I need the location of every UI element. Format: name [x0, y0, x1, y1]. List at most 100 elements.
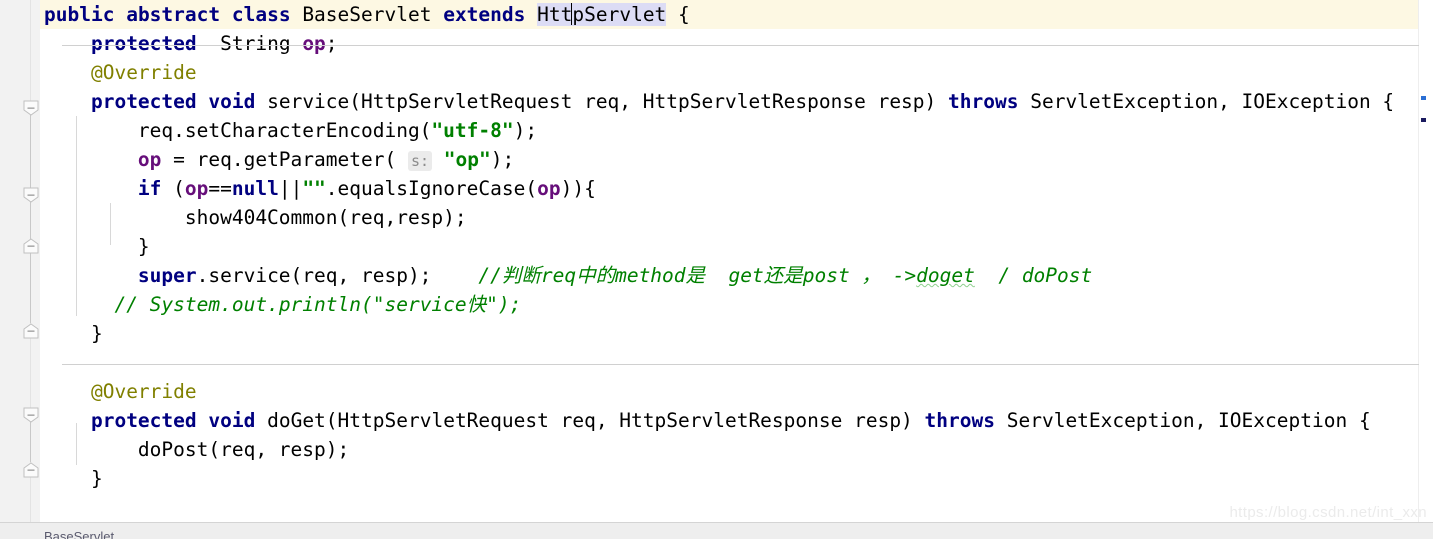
- code-line[interactable]: req.setCharacterEncoding("utf-8");: [40, 116, 1433, 145]
- code-token: "op": [443, 148, 491, 171]
- code-token: protected: [90, 32, 197, 55]
- code-token: op: [537, 177, 561, 200]
- code-token: }: [44, 467, 103, 490]
- fold-region-line-class: [30, 0, 31, 523]
- code-token: protected: [90, 409, 197, 432]
- breadcrumb-bar[interactable]: BaseServlet: [0, 522, 1433, 539]
- code-line[interactable]: // System.out.println("service快");: [40, 290, 1433, 319]
- code-token: = req.getParameter(: [161, 148, 408, 171]
- line-number-gutter[interactable]: [0, 0, 23, 523]
- code-token: pServlet: [572, 3, 667, 26]
- code-token: doPost(req, resp);: [44, 438, 350, 461]
- code-line[interactable]: @Override: [40, 58, 1433, 87]
- code-token: @Override: [90, 380, 197, 403]
- code-text-area[interactable]: public abstract class BaseServlet extend…: [40, 0, 1433, 523]
- code-token: service(HttpServletRequest req, HttpServ…: [255, 90, 949, 113]
- code-token: s:: [407, 151, 433, 171]
- error-stripe-gutter[interactable]: [1418, 0, 1433, 523]
- fold-marker-service-start-icon[interactable]: [23, 100, 39, 116]
- code-token: abstract: [126, 3, 221, 26]
- code-token: ==: [208, 177, 232, 200]
- code-line[interactable]: op = req.getParameter( s: "op");: [40, 145, 1433, 174]
- breadcrumb[interactable]: BaseServlet: [44, 529, 114, 539]
- code-line[interactable]: [40, 493, 1433, 522]
- fold-marker-if-start-icon[interactable]: [23, 187, 39, 203]
- code-line[interactable]: @Override: [40, 377, 1433, 406]
- code-token: "": [302, 177, 326, 200]
- code-token: void: [208, 409, 256, 432]
- code-token: / doPost: [974, 264, 1093, 287]
- code-token: }: [44, 322, 103, 345]
- code-token: BaseServlet: [290, 3, 444, 26]
- code-token: ;: [325, 32, 338, 55]
- code-line[interactable]: if (op==null||"".equalsIgnoreCase(op)){: [40, 174, 1433, 203]
- code-token: doGet(HttpServletRequest req, HttpServle…: [255, 409, 925, 432]
- code-token: super: [137, 264, 197, 287]
- code-token: )){: [560, 177, 596, 200]
- code-line[interactable]: show404Common(req,resp);: [40, 203, 1433, 232]
- code-token: null: [231, 177, 279, 200]
- code-folding-strip[interactable]: [22, 0, 40, 523]
- code-token: op: [302, 32, 326, 55]
- code-line[interactable]: protected void service(HttpServletReques…: [40, 87, 1433, 116]
- code-token: }: [44, 235, 150, 258]
- code-editor-window: public abstract class BaseServlet extend…: [0, 0, 1433, 539]
- code-token: // System.out.println("service快");: [114, 293, 522, 316]
- code-token: req.setCharacterEncoding(: [44, 119, 432, 142]
- code-token: void: [208, 90, 256, 113]
- code-token: .service(req, resp);: [196, 264, 479, 287]
- code-token: show404Common(req,resp);: [44, 206, 467, 229]
- code-token: );: [513, 119, 538, 142]
- method-separator-2: [62, 364, 1419, 365]
- fold-marker-doget-start-icon[interactable]: [23, 407, 39, 423]
- code-token: op: [137, 148, 162, 171]
- stripe-warning-2[interactable]: [1421, 118, 1426, 122]
- code-line[interactable]: }: [40, 319, 1433, 348]
- code-token: ||: [278, 177, 303, 200]
- code-token: class: [231, 3, 291, 26]
- code-line[interactable]: }: [40, 232, 1433, 261]
- code-token: doget: [916, 264, 975, 287]
- watermark-text: https://blog.csdn.net/int_xxn: [1229, 504, 1427, 521]
- code-token: ServletException, IOException {: [995, 409, 1371, 432]
- code-token: .equalsIgnoreCase(: [325, 177, 538, 200]
- stripe-warning-1[interactable]: [1421, 96, 1426, 100]
- code-line[interactable]: doPost(req, resp);: [40, 435, 1433, 464]
- code-token: Htt: [537, 3, 573, 26]
- code-token: op: [184, 177, 209, 200]
- code-token: {: [666, 3, 690, 26]
- code-token: protected: [90, 90, 197, 113]
- code-line[interactable]: super.service(req, resp); //判断req中的metho…: [40, 261, 1433, 290]
- code-line[interactable]: protected void doGet(HttpServletRequest …: [40, 406, 1433, 435]
- code-token: String: [196, 32, 303, 55]
- code-line[interactable]: [40, 348, 1433, 377]
- fold-marker-if-end-icon[interactable]: [23, 238, 39, 254]
- code-token: ServletException, IOException {: [1018, 90, 1395, 113]
- code-line[interactable]: }: [40, 464, 1433, 493]
- method-separator-1: [62, 45, 1419, 46]
- code-token: "utf-8": [431, 119, 514, 142]
- fold-marker-doget-end-icon[interactable]: [23, 462, 39, 478]
- code-token: if: [137, 177, 162, 200]
- code-token: //判断req中的method是 get还是post ， ->: [478, 264, 917, 287]
- code-token: extends: [443, 3, 526, 26]
- code-line[interactable]: public abstract class BaseServlet extend…: [40, 0, 1433, 29]
- code-line[interactable]: protected String op;: [40, 29, 1433, 58]
- fold-marker-service-end-icon[interactable]: [23, 323, 39, 339]
